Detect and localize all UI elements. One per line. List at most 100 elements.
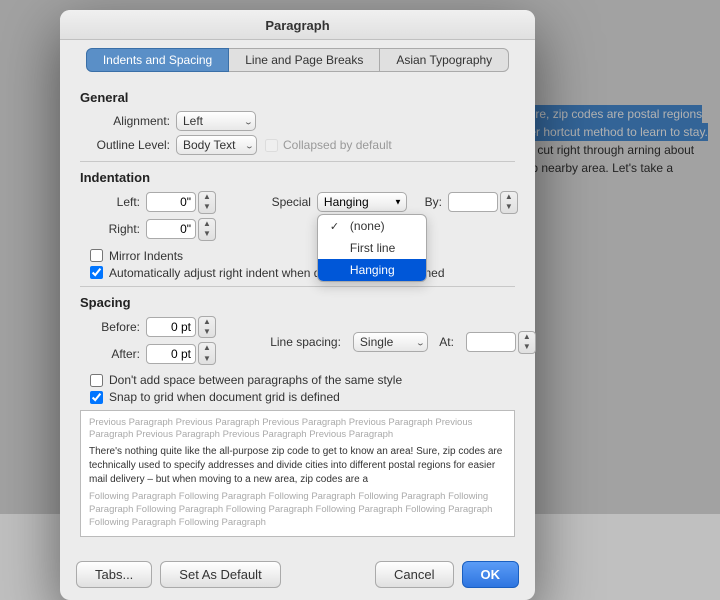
indent-right-field[interactable] xyxy=(146,219,196,239)
preview-current: There's nothing quite like the all-purpo… xyxy=(89,445,506,487)
check-icon: ✓ xyxy=(330,220,344,233)
by-spin: ▲ ▼ xyxy=(448,191,518,214)
footer-right: Cancel OK xyxy=(375,561,519,588)
collapsed-area: Collapsed by default xyxy=(265,138,392,152)
indent-right-down[interactable]: ▼ xyxy=(199,229,215,239)
auto-adjust-row: Automatically adjust right indent when d… xyxy=(90,266,515,280)
indent-left-label: Left: xyxy=(90,195,140,209)
special-dropdown-wrapper[interactable]: Hanging ▼ ✓ (none) First line xyxy=(317,192,407,212)
general-header: General xyxy=(80,90,515,105)
mirror-row: Mirror Indents xyxy=(90,249,515,263)
dont-add-checkbox[interactable] xyxy=(90,374,103,387)
collapsed-checkbox[interactable] xyxy=(265,139,278,152)
alignment-select-wrapper[interactable]: Left Center Right Justified xyxy=(176,111,256,131)
set-default-button[interactable]: Set As Default xyxy=(160,561,280,588)
indent-right-row: Right: ▲ ▼ xyxy=(90,218,216,241)
after-field[interactable] xyxy=(146,344,196,364)
line-spacing-select[interactable]: Single 1.5 lines Double xyxy=(353,332,428,352)
mirror-checkbox[interactable] xyxy=(90,249,103,262)
indent-left-down[interactable]: ▼ xyxy=(199,202,215,212)
outline-level-select[interactable]: Body Text Level 1 xyxy=(176,135,257,155)
preview-box: Previous Paragraph Previous Paragraph Pr… xyxy=(80,410,515,537)
special-select-value: Hanging xyxy=(324,195,369,209)
by-field[interactable] xyxy=(448,192,498,212)
divider-2 xyxy=(80,286,515,287)
snap-grid-row: Snap to grid when document grid is defin… xyxy=(90,390,515,404)
indent-left-up[interactable]: ▲ xyxy=(199,192,215,202)
after-down[interactable]: ▼ xyxy=(199,354,215,364)
by-label: By: xyxy=(417,195,442,209)
at-down[interactable]: ▼ xyxy=(519,342,535,352)
indent-left-col: Left: ▲ ▼ Right: ▲ xyxy=(90,191,216,245)
alignment-label: Alignment: xyxy=(80,114,170,128)
at-up[interactable]: ▲ xyxy=(519,332,535,342)
special-chevron-icon: ▼ xyxy=(394,198,402,207)
after-label: After: xyxy=(90,347,140,361)
at-arrows[interactable]: ▲ ▼ xyxy=(518,331,536,354)
tabs-bar: Indents and Spacing Line and Page Breaks… xyxy=(60,40,535,72)
special-option-none[interactable]: ✓ (none) xyxy=(318,215,426,237)
special-label: Special xyxy=(256,195,311,209)
before-field[interactable] xyxy=(146,317,196,337)
after-spin: ▲ ▼ xyxy=(146,342,216,365)
outline-level-row: Outline Level: Body Text Level 1 Collaps… xyxy=(80,135,515,155)
tab-indents-spacing[interactable]: Indents and Spacing xyxy=(86,48,229,72)
before-down[interactable]: ▼ xyxy=(199,327,215,337)
by-arrows[interactable]: ▲ ▼ xyxy=(500,191,518,214)
special-select[interactable]: Hanging ▼ xyxy=(317,192,407,212)
special-option-hanging[interactable]: Hanging xyxy=(318,259,426,281)
mirror-label: Mirror Indents xyxy=(109,249,183,263)
indent-right-spin: ▲ ▼ xyxy=(146,218,216,241)
special-row: Special Hanging ▼ ✓ (none) xyxy=(256,191,518,214)
special-section: Special Hanging ▼ ✓ (none) xyxy=(256,191,518,245)
ok-button[interactable]: OK xyxy=(462,561,520,588)
spacing-header: Spacing xyxy=(80,295,515,310)
preview-previous: Previous Paragraph Previous Paragraph Pr… xyxy=(89,417,506,442)
at-label: At: xyxy=(434,335,454,349)
line-spacing-select-wrapper[interactable]: Single 1.5 lines Double xyxy=(353,332,428,352)
dont-add-row: Don't add space between paragraphs of th… xyxy=(90,373,515,387)
after-up[interactable]: ▲ xyxy=(199,343,215,353)
spacing-left-col: Before: ▲ ▼ After: ▲ xyxy=(90,316,216,370)
at-field[interactable] xyxy=(466,332,516,352)
line-spacing-label: Line spacing: xyxy=(256,335,341,349)
dialog-titlebar: Paragraph xyxy=(60,10,535,40)
tabs-button[interactable]: Tabs... xyxy=(76,561,152,588)
tab-asian-typography[interactable]: Asian Typography xyxy=(380,48,509,72)
snap-grid-checkbox[interactable] xyxy=(90,391,103,404)
indentation-header: Indentation xyxy=(80,170,515,185)
spacing-rows: Before: ▲ ▼ After: ▲ xyxy=(90,316,515,370)
before-label: Before: xyxy=(90,320,140,334)
cancel-button[interactable]: Cancel xyxy=(375,561,453,588)
indent-left-arrows[interactable]: ▲ ▼ xyxy=(198,191,216,214)
indent-right-label: Right: xyxy=(90,222,140,236)
divider-1 xyxy=(80,161,515,162)
before-row: Before: ▲ ▼ xyxy=(90,316,216,339)
paragraph-dialog: Paragraph Indents and Spacing Line and P… xyxy=(60,10,535,600)
collapsed-label: Collapsed by default xyxy=(283,138,392,152)
indentation-rows: Left: ▲ ▼ Right: ▲ xyxy=(90,191,515,245)
alignment-select[interactable]: Left Center Right Justified xyxy=(176,111,256,131)
indent-right-arrows[interactable]: ▲ ▼ xyxy=(198,218,216,241)
before-up[interactable]: ▲ xyxy=(199,317,215,327)
preview-following: Following Paragraph Following Paragraph … xyxy=(89,490,506,530)
by-up[interactable]: ▲ xyxy=(501,192,517,202)
alignment-row: Alignment: Left Center Right Justified xyxy=(80,111,515,131)
indent-right-up[interactable]: ▲ xyxy=(199,219,215,229)
special-option-first-line[interactable]: First line xyxy=(318,237,426,259)
option-none-label: (none) xyxy=(350,219,385,233)
after-row: After: ▲ ▼ xyxy=(90,342,216,365)
by-down[interactable]: ▼ xyxy=(501,202,517,212)
indent-left-row: Left: ▲ ▼ xyxy=(90,191,216,214)
snap-grid-label: Snap to grid when document grid is defin… xyxy=(109,390,340,404)
dialog-body: General Alignment: Left Center Right Jus… xyxy=(60,72,535,555)
auto-adjust-checkbox[interactable] xyxy=(90,266,103,279)
indent-left-spin: ▲ ▼ xyxy=(146,191,216,214)
tab-line-page-breaks[interactable]: Line and Page Breaks xyxy=(229,48,380,72)
indent-left-field[interactable] xyxy=(146,192,196,212)
outline-select-wrapper[interactable]: Body Text Level 1 xyxy=(176,135,257,155)
line-spacing-col: Line spacing: Single 1.5 lines Double At… xyxy=(256,316,536,370)
option-first-line-label: First line xyxy=(350,241,395,255)
after-arrows[interactable]: ▲ ▼ xyxy=(198,342,216,365)
before-arrows[interactable]: ▲ ▼ xyxy=(198,316,216,339)
